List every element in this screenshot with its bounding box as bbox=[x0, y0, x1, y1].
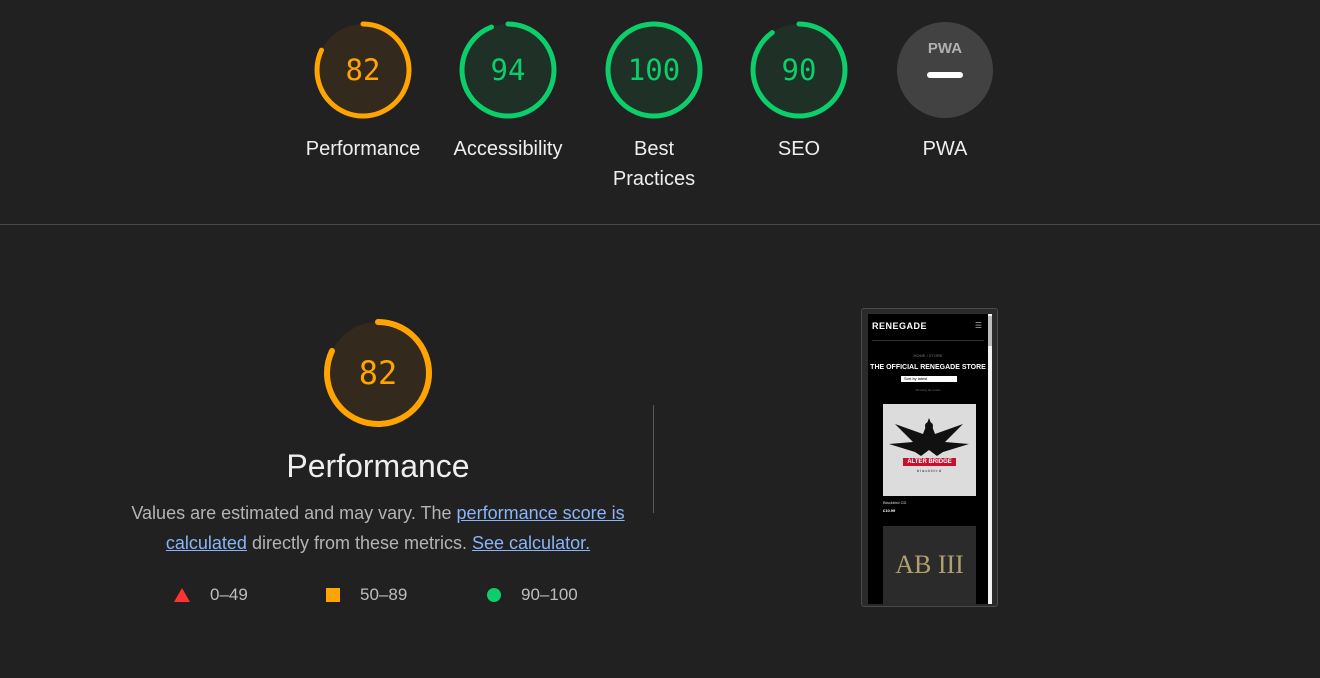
legend-average-range: 50–89 bbox=[360, 585, 408, 604]
gauge-pwa[interactable]: PWA PWA bbox=[875, 20, 1015, 164]
score-gauges: 82 Performance 94 Accessibility 100 Best… bbox=[0, 0, 1320, 224]
gauge-accessibility[interactable]: 94 Accessibility bbox=[438, 20, 578, 164]
gauge-seo-label: SEO bbox=[777, 138, 821, 160]
pwa-badge-icon: PWA bbox=[897, 22, 993, 118]
legend-average: 50–89 bbox=[326, 585, 407, 605]
gauge-seo-ring: 90 bbox=[750, 21, 848, 119]
vertical-divider bbox=[653, 405, 654, 513]
results-count: Showing all results bbox=[915, 388, 941, 392]
description-middle: directly from these metrics. bbox=[246, 533, 473, 553]
gauge-performance[interactable]: 82 Performance bbox=[293, 20, 433, 164]
gauge-best-practices-ring: 100 bbox=[605, 21, 703, 119]
store-title: THE OFFICIAL RENEGADE STORE bbox=[870, 364, 986, 371]
legend-fail-range: 0–49 bbox=[210, 585, 248, 604]
gauge-seo[interactable]: 90 SEO bbox=[729, 20, 869, 164]
album-band-name: ALTER BRIDGE bbox=[903, 458, 956, 466]
legend-pass: 90–100 bbox=[487, 585, 578, 605]
gauge-seo-score: 90 bbox=[782, 53, 817, 87]
gauge-pwa-label: PWA bbox=[922, 138, 968, 160]
album-monogram: AB III bbox=[895, 550, 964, 579]
pwa-dash-icon bbox=[927, 72, 963, 78]
store-logo: RENEGADE bbox=[872, 321, 928, 331]
performance-big-gauge: 82 bbox=[324, 319, 432, 427]
gauge-performance-ring: 82 bbox=[314, 21, 412, 119]
phone-scrollbar bbox=[988, 314, 992, 604]
gauge-best-practices-label: Best Practices bbox=[612, 138, 696, 190]
gauge-best-practices-score: 100 bbox=[628, 53, 680, 87]
gauge-performance-label: Performance bbox=[305, 138, 421, 160]
phone-screenshot: RENEGADE ☰ HOME / STORE THE OFFICIAL REN… bbox=[868, 314, 992, 604]
final-screenshot-thumbnail[interactable]: RENEGADE ☰ HOME / STORE THE OFFICIAL REN… bbox=[861, 308, 998, 607]
phone-header-rule bbox=[872, 340, 984, 341]
performance-title: Performance bbox=[286, 448, 470, 484]
store-breadcrumb: HOME / STORE bbox=[913, 353, 943, 358]
pwa-badge-text: PWA bbox=[928, 40, 962, 57]
hamburger-menu-icon: ☰ bbox=[974, 321, 982, 330]
triangle-icon bbox=[174, 588, 190, 602]
see-calculator-link[interactable]: See calculator. bbox=[472, 533, 590, 553]
gauge-accessibility-score: 94 bbox=[491, 53, 526, 87]
sort-select: Sort by latest bbox=[901, 376, 957, 382]
gauge-best-practices[interactable]: 100 Best Practices bbox=[584, 20, 724, 194]
performance-section: 82 Performance Values are estimated and … bbox=[0, 225, 1320, 678]
performance-big-score: 82 bbox=[359, 354, 398, 392]
album-subtitle: blackbird bbox=[916, 468, 942, 473]
album-cover-blackbird: ALTER BRIDGE blackbird bbox=[883, 404, 976, 496]
album-cover-ab3: AB III bbox=[883, 526, 976, 604]
performance-description: Values are estimated and may vary. The p… bbox=[130, 498, 626, 558]
description-prefix: Values are estimated and may vary. The bbox=[131, 503, 457, 523]
gauge-accessibility-ring: 94 bbox=[459, 21, 557, 119]
product-name: Blackbird CD bbox=[883, 500, 907, 505]
circle-icon bbox=[487, 588, 501, 602]
score-legend: 0–49 50–89 90–100 bbox=[0, 585, 700, 609]
eagle-artwork-icon bbox=[889, 418, 969, 456]
product-price: £10.99 bbox=[883, 508, 896, 513]
legend-pass-range: 90–100 bbox=[521, 585, 578, 604]
gauge-performance-score: 82 bbox=[346, 53, 381, 87]
square-icon bbox=[326, 588, 340, 602]
legend-fail: 0–49 bbox=[174, 585, 248, 605]
gauge-accessibility-label: Accessibility bbox=[453, 138, 563, 160]
